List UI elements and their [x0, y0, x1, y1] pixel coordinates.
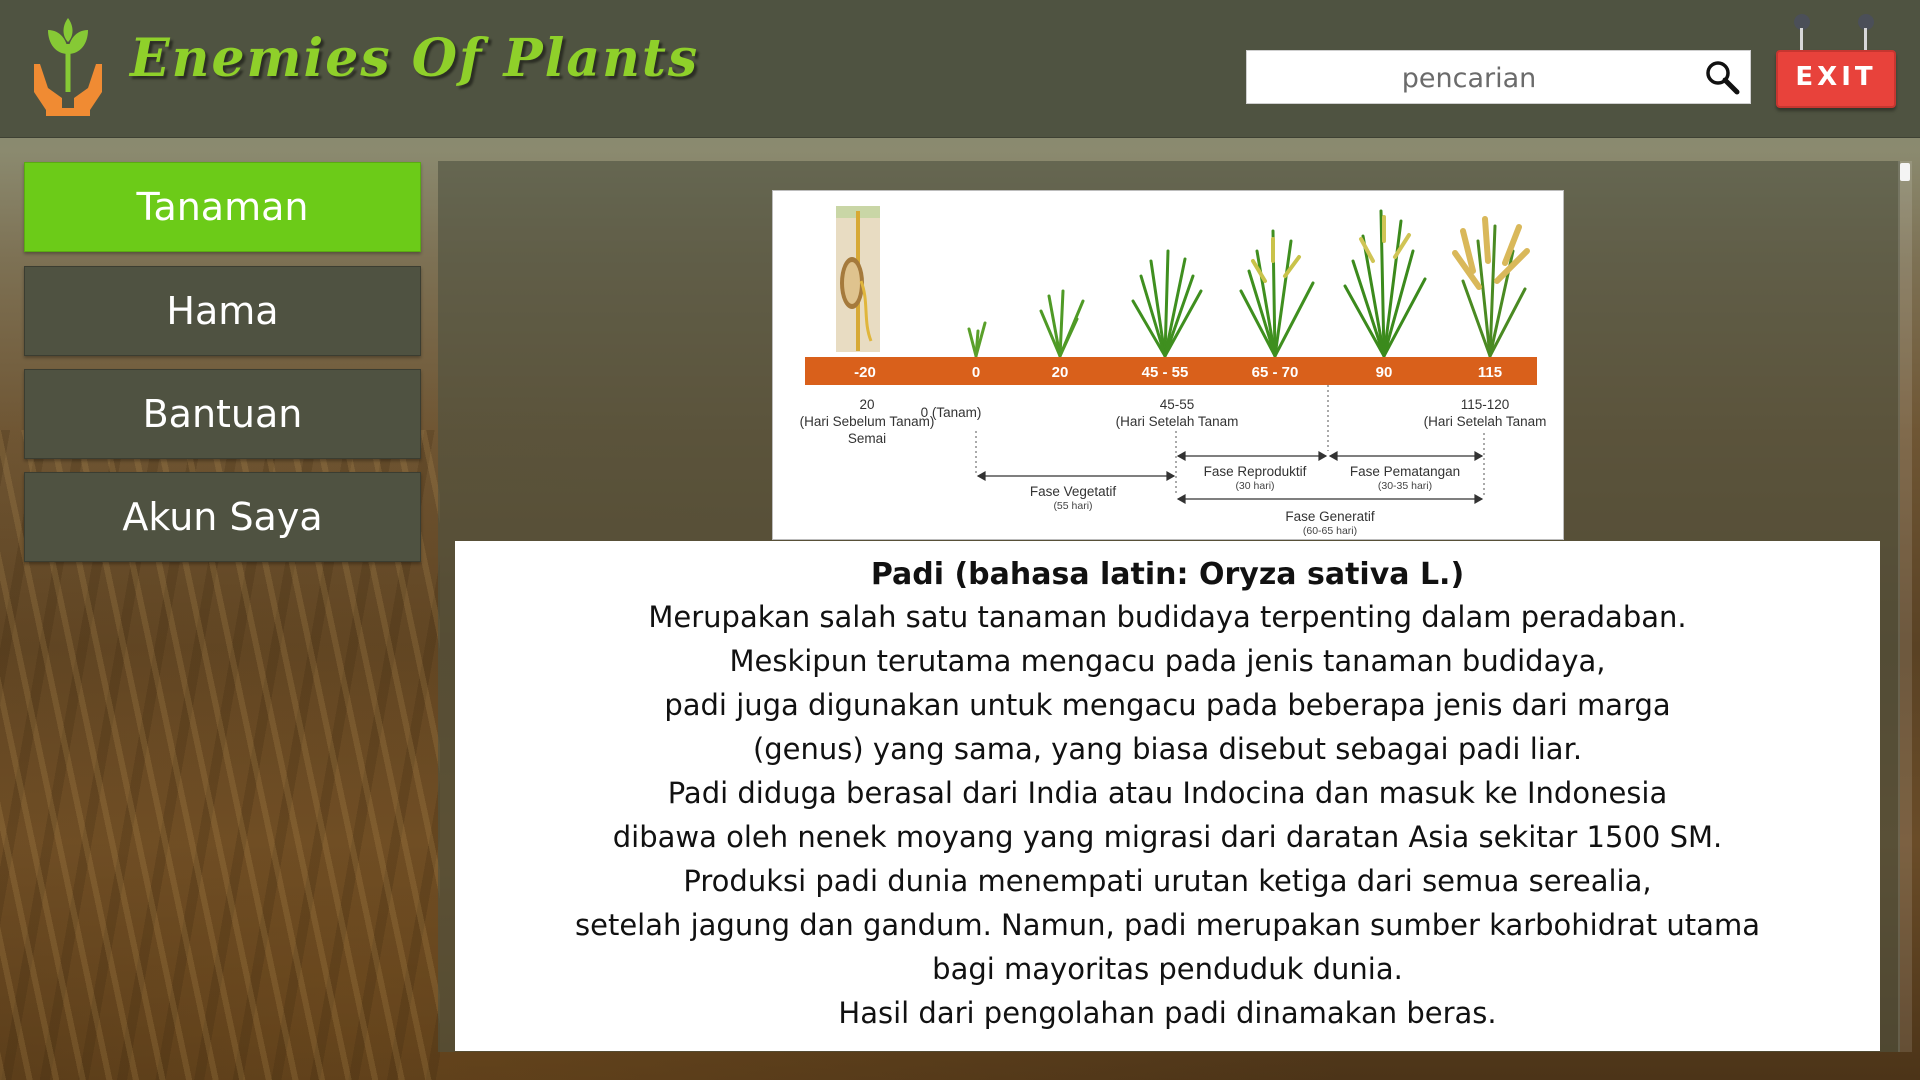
description-line: setelah jagung dan gandum. Namun, padi m…: [575, 908, 1760, 942]
timeline-label: 90: [1376, 364, 1393, 381]
nav-bantuan[interactable]: Bantuan: [24, 369, 421, 459]
description-line: padi juga digunakan untuk mengacu pada b…: [664, 688, 1671, 722]
timeline-label: 115: [1478, 364, 1502, 381]
phase-label: Fase Generatif: [1285, 509, 1375, 524]
phase-label: Fase Vegetatif: [1030, 484, 1117, 499]
exit-sign: EXIT: [1772, 14, 1896, 108]
phase-label: Fase Pematangan: [1350, 464, 1460, 479]
seedling-note: (Hari Sebelum Tanam): [800, 414, 935, 429]
phase-duration: (60-65 hari): [1303, 525, 1357, 537]
nav-akun-saya[interactable]: Akun Saya: [24, 472, 421, 562]
search-box: [1246, 50, 1751, 105]
timeline-label: 65 - 70: [1252, 364, 1299, 381]
description-line: Produksi padi dunia menempati urutan ket…: [683, 864, 1652, 898]
end-note: (Hari Setelah Tanam: [1424, 414, 1547, 429]
description-line: Merupakan salah satu tanaman budidaya te…: [648, 600, 1687, 634]
app-title: Enemies Of Plants: [130, 28, 700, 89]
rice-plant-stages: [967, 209, 1530, 358]
nav-hama[interactable]: Hama: [24, 266, 421, 356]
search-icon[interactable]: [1704, 59, 1740, 95]
plant-in-hands-icon: [26, 14, 110, 118]
timeline-label: -20: [854, 364, 876, 381]
nav-tanaman[interactable]: Tanaman: [24, 162, 421, 252]
description-panel: Padi (bahasa latin: Oryza sativa L.) Mer…: [455, 541, 1880, 1051]
timeline-label: 20: [1052, 364, 1069, 381]
end-note: 115-120: [1461, 397, 1510, 412]
description-line: Padi diduga berasal dari India atau Indo…: [667, 776, 1668, 810]
phase-duration: (30 hari): [1235, 480, 1274, 492]
phase-label: Fase Reproduktif: [1204, 464, 1307, 479]
mid-note: (Hari Setelah Tanam: [1116, 414, 1239, 429]
mid-note: 45-55: [1160, 397, 1195, 412]
timeline-label: 0: [972, 364, 980, 381]
phase-duration: (30-35 hari): [1378, 480, 1432, 492]
search-input[interactable]: [1257, 51, 1681, 105]
description-line: Meskipun terutama mengacu pada jenis tan…: [729, 644, 1606, 678]
seedling-note: Semai: [848, 431, 886, 446]
scrollbar-thumb[interactable]: [1900, 163, 1910, 181]
description-line: Hasil dari pengolahan padi dinamakan ber…: [838, 996, 1497, 1030]
timeline-label: 45 - 55: [1142, 364, 1189, 381]
plant-note: 0 (Tanam): [921, 405, 982, 420]
rice-growth-diagram: -20 0 20 45 - 55 65 - 70 90 115 20 (Hari…: [772, 190, 1564, 540]
description-line: (genus) yang sama, yang biasa disebut se…: [752, 732, 1583, 766]
scrollbar[interactable]: [1898, 161, 1912, 1052]
description-line: bagi mayoritas penduduk dunia.: [932, 952, 1403, 986]
description-line: dibawa oleh nenek moyang yang migrasi da…: [612, 820, 1723, 854]
app-header: Enemies Of Plants EXIT: [0, 0, 1920, 138]
phase-duration: (55 hari): [1053, 500, 1092, 512]
description-title: Padi (bahasa latin: Oryza sativa L.): [870, 557, 1465, 592]
seedling-note: 20: [859, 397, 874, 412]
seed-germination-image: [836, 206, 880, 352]
exit-button[interactable]: EXIT: [1776, 50, 1896, 108]
